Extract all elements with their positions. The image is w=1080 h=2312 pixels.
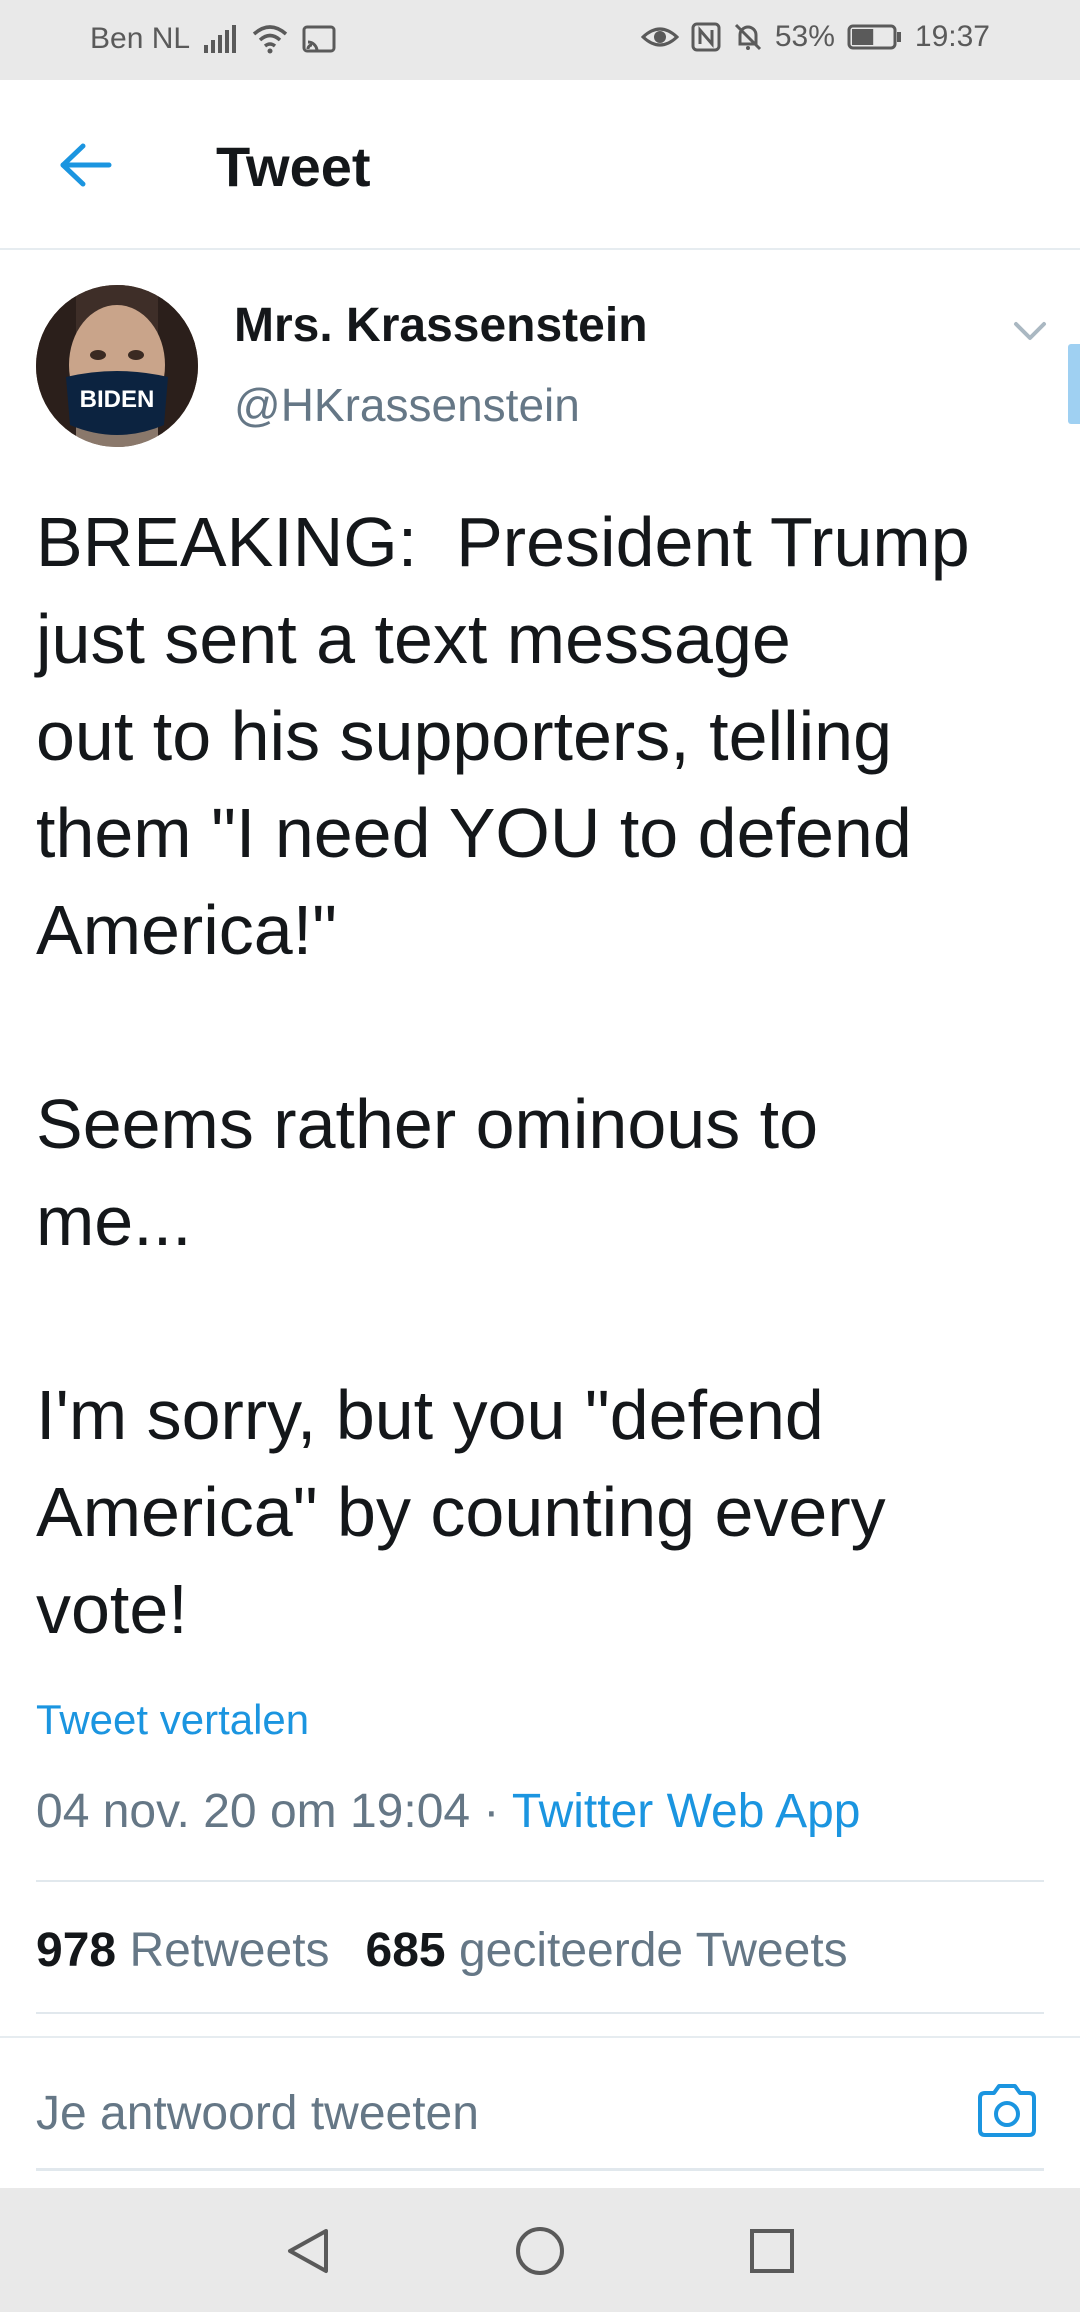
reply-underline — [36, 2168, 1044, 2171]
reply-input[interactable] — [36, 2086, 936, 2141]
nfc-icon — [691, 22, 721, 52]
chevron-down-icon — [1008, 322, 1052, 358]
avatar[interactable]: BIDEN — [36, 285, 198, 447]
mute-icon — [733, 22, 763, 52]
translate-tweet-link[interactable]: Tweet vertalen — [36, 1696, 309, 1744]
retweets-stat[interactable]: 978 Retweets — [36, 1924, 330, 1977]
battery-icon — [847, 23, 903, 51]
back-triangle-icon — [282, 2229, 334, 2281]
arrow-left-icon — [57, 141, 113, 194]
more-options-button[interactable] — [1008, 310, 1052, 354]
tweet-stats: 978 Retweets 685 geciteerde Tweets — [36, 1923, 848, 1978]
avatar-image: BIDEN — [36, 285, 198, 447]
avatar-mask-text: BIDEN — [80, 386, 155, 413]
divider — [36, 1880, 1044, 1882]
battery-percent: 53% — [774, 20, 835, 53]
camera-icon — [974, 2084, 1040, 2148]
retweets-count: 978 — [36, 1924, 117, 1977]
quotes-stat[interactable]: 685 geciteerde Tweets — [366, 1924, 848, 1977]
tweet-source-link[interactable]: Twitter Web App — [512, 1785, 861, 1838]
divider — [36, 2012, 1044, 2014]
camera-button[interactable] — [974, 2078, 1040, 2144]
status-right: 53% 19:37 — [640, 20, 990, 54]
retweets-label: Retweets — [129, 1924, 330, 1977]
cast-icon — [302, 25, 336, 53]
clock: 19:37 — [914, 20, 990, 53]
author-name[interactable]: Mrs. Krassenstein — [234, 298, 648, 353]
quotes-count: 685 — [365, 1924, 446, 1977]
reply-bar — [0, 2038, 1080, 2188]
status-left: Ben NL — [90, 22, 336, 56]
eye-icon — [640, 23, 679, 51]
wifi-icon — [252, 24, 288, 54]
carrier-label: Ben NL — [90, 22, 191, 55]
nav-recents-button[interactable] — [746, 2225, 798, 2277]
home-circle-icon — [514, 2227, 566, 2281]
recents-square-icon — [746, 2229, 798, 2281]
back-button[interactable] — [50, 132, 120, 202]
author-handle[interactable]: @HKrassenstein — [234, 378, 580, 432]
app-header: Tweet — [0, 80, 1080, 250]
status-bar: Ben NL 53% 19:37 — [0, 0, 1080, 80]
tweet-text: BREAKING: President Trump just sent a te… — [36, 503, 970, 1648]
scrollbar[interactable] — [1068, 344, 1080, 424]
system-nav-bar — [0, 2188, 1080, 2312]
nav-back-button[interactable] — [282, 2225, 334, 2277]
tweet-meta: 04 nov. 20 om 19:04 · Twitter Web App — [36, 1784, 861, 1839]
tweet-timestamp: 04 nov. 20 om 19:04 — [36, 1785, 471, 1838]
page-title: Tweet — [216, 135, 371, 198]
meta-separator: · — [470, 1785, 512, 1838]
quotes-label: geciteerde Tweets — [458, 1924, 848, 1977]
nav-home-button[interactable] — [514, 2225, 566, 2277]
signal-icon — [204, 25, 238, 53]
